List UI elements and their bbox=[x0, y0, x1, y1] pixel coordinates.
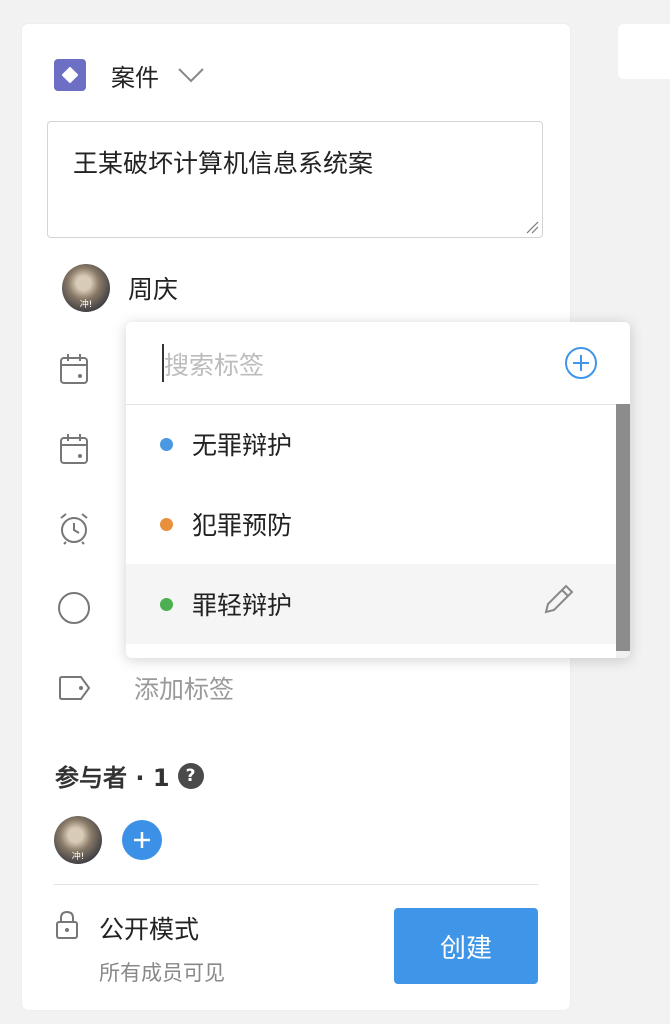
add-tag-icon[interactable] bbox=[564, 346, 598, 380]
type-selector[interactable]: 案件 bbox=[54, 59, 205, 92]
search-placeholder: 搜索标签 bbox=[164, 351, 265, 380]
participant-avatar[interactable]: 冲! bbox=[54, 816, 102, 864]
help-icon[interactable]: ? bbox=[177, 762, 204, 789]
tag-option[interactable]: 罪轻辩护 bbox=[126, 564, 616, 644]
add-participant-button[interactable] bbox=[122, 820, 162, 860]
case-type-icon bbox=[54, 59, 86, 91]
participants-heading: 参与者 · 1 ? bbox=[55, 758, 204, 793]
participants-label: 参与者 · 1 bbox=[55, 764, 170, 792]
divider bbox=[54, 884, 538, 885]
owner-name: 周庆 bbox=[128, 275, 179, 304]
owner-row[interactable]: 冲! 周庆 bbox=[62, 264, 178, 312]
chevron-down-icon bbox=[178, 68, 204, 83]
resize-grip-icon[interactable] bbox=[525, 220, 539, 234]
status-circle-icon[interactable] bbox=[57, 591, 91, 625]
owner-avatar: 冲! bbox=[62, 264, 110, 312]
visibility-title[interactable]: 公开模式 bbox=[99, 910, 199, 946]
alarm-clock-icon[interactable] bbox=[57, 511, 91, 545]
tag-color-dot bbox=[160, 437, 173, 451]
title-textarea[interactable]: 王某破坏计算机信息系统案 bbox=[47, 121, 543, 238]
adjacent-panel bbox=[618, 24, 670, 79]
tag-icon[interactable] bbox=[57, 671, 91, 705]
scrollbar[interactable] bbox=[616, 404, 630, 658]
tag-search-input[interactable]: 搜索标签 bbox=[126, 322, 630, 405]
tag-search-popup: 搜索标签 无罪辩护 犯罪预防 罪轻辩护 bbox=[126, 322, 630, 658]
tag-option[interactable]: 犯罪预防 bbox=[126, 484, 616, 564]
visibility-subtitle: 所有成员可见 bbox=[99, 961, 225, 985]
tag-label: 罪轻辩护 bbox=[192, 591, 293, 620]
tag-option[interactable]: 无罪辩护 bbox=[126, 404, 616, 484]
calendar-start-icon[interactable] bbox=[57, 352, 91, 386]
title-text: 王某破坏计算机信息系统案 bbox=[73, 149, 374, 178]
tag-label: 犯罪预防 bbox=[192, 511, 293, 540]
lock-icon bbox=[56, 910, 78, 939]
tag-color-dot bbox=[160, 517, 173, 531]
plus-icon bbox=[134, 832, 150, 848]
scrollbar-thumb[interactable] bbox=[616, 404, 630, 651]
add-tag-link[interactable]: 添加标签 bbox=[134, 670, 234, 706]
create-button[interactable]: 创建 bbox=[394, 908, 538, 984]
calendar-due-icon[interactable] bbox=[57, 432, 91, 466]
edit-pencil-icon[interactable] bbox=[542, 582, 576, 616]
tag-list: 无罪辩护 犯罪预防 罪轻辩护 bbox=[126, 404, 616, 644]
type-label: 案件 bbox=[111, 63, 159, 92]
tag-color-dot bbox=[160, 597, 173, 611]
tag-label: 无罪辩护 bbox=[192, 431, 293, 460]
